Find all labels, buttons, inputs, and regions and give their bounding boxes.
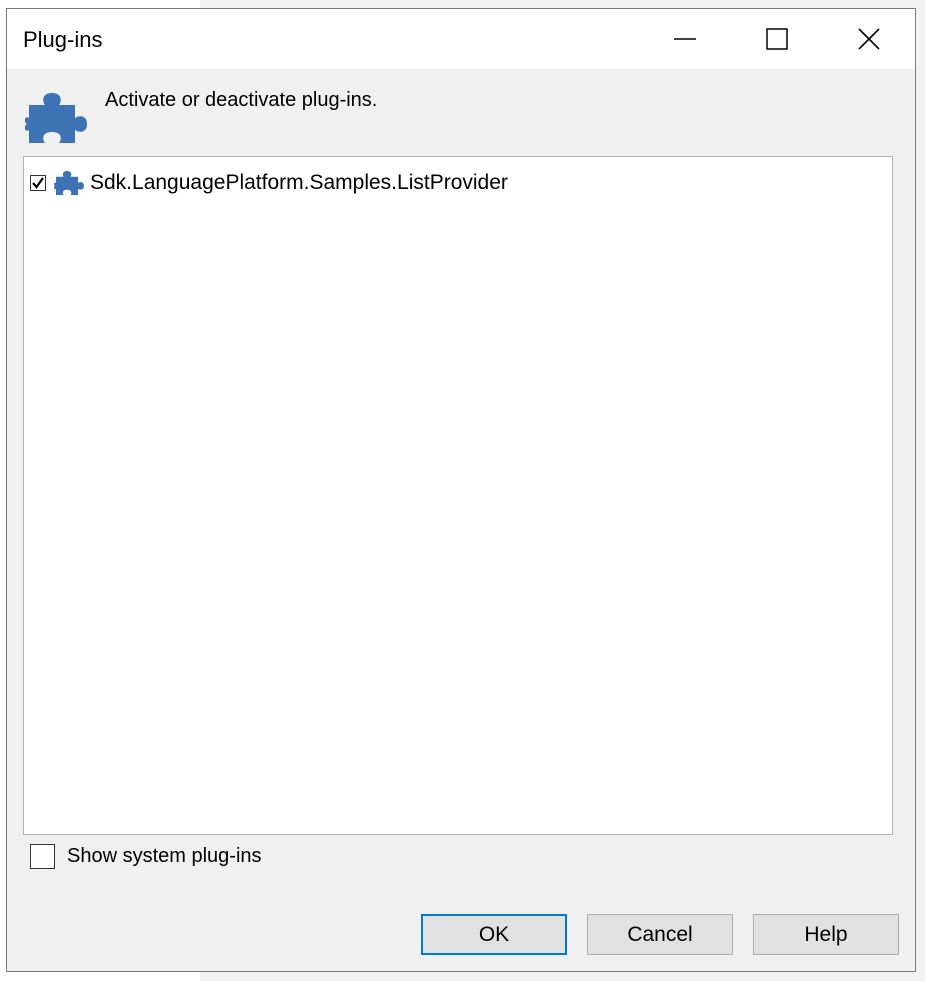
minimize-icon — [674, 38, 696, 40]
maximize-icon — [766, 28, 788, 50]
show-system-plugins-checkbox[interactable] — [30, 844, 55, 869]
title-bar[interactable]: Plug-ins — [7, 9, 915, 69]
list-item[interactable]: Sdk.LanguagePlatform.Samples.ListProvide… — [30, 169, 508, 197]
cancel-button[interactable]: Cancel — [587, 914, 733, 955]
show-system-plugins-label[interactable]: Show system plug-ins — [67, 845, 262, 868]
plugin-checkbox[interactable] — [30, 175, 46, 191]
close-icon — [858, 28, 880, 50]
instruction-text: Activate or deactivate plug-ins. — [105, 89, 378, 111]
window-title: Plug-ins — [23, 27, 103, 52]
plugins-dialog: Plug-ins Activate or deactivate plug-ins… — [6, 8, 916, 972]
checkmark-icon — [32, 177, 44, 189]
plugins-list[interactable]: Sdk.LanguagePlatform.Samples.ListProvide… — [23, 156, 893, 835]
close-button[interactable] — [823, 9, 915, 69]
help-button[interactable]: Help — [753, 914, 899, 955]
puzzle-icon — [25, 93, 87, 143]
maximize-button[interactable] — [731, 9, 823, 69]
ok-button[interactable]: OK — [421, 914, 567, 955]
minimize-button[interactable] — [639, 9, 731, 69]
plugin-label: Sdk.LanguagePlatform.Samples.ListProvide… — [90, 171, 508, 194]
puzzle-icon — [54, 170, 84, 196]
